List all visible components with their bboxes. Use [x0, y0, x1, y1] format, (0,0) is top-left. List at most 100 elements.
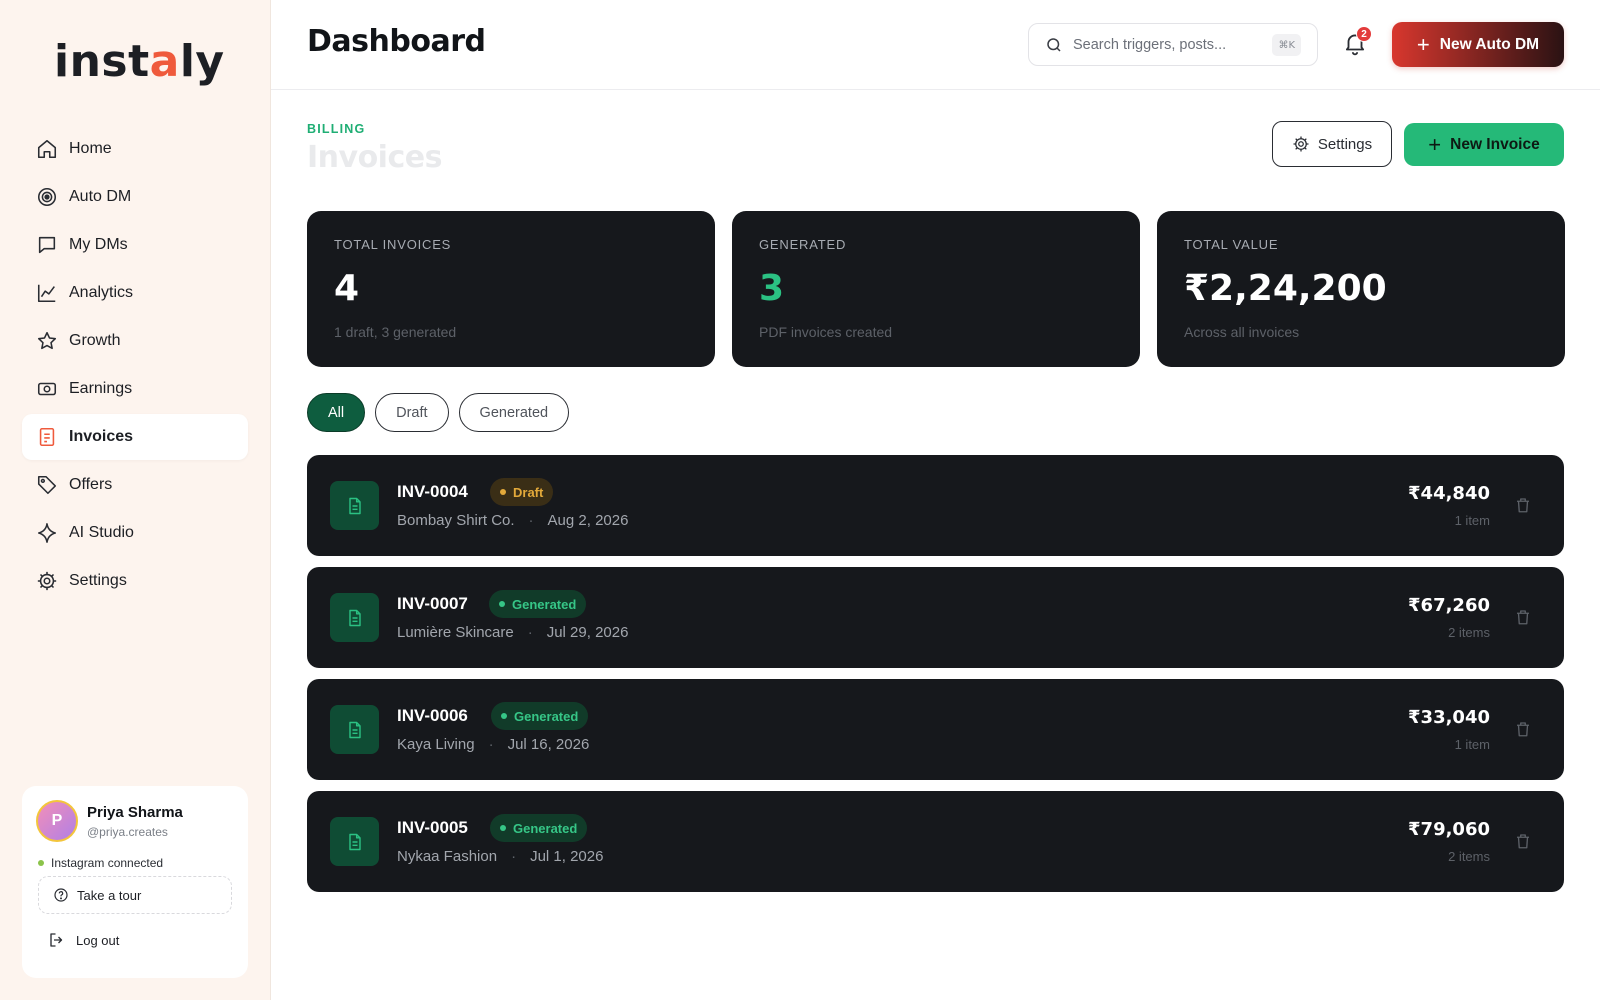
invoice-row[interactable]: INV-0007 Generated Lumière Skincare · Jul … — [307, 567, 1564, 668]
invoice-date: Aug 2, 2026 — [547, 512, 629, 529]
section-eyebrow: BILLING — [307, 122, 366, 136]
section-title: Invoices — [307, 140, 442, 175]
sidebar-nav: Home Auto DM My DMs Analytics Growth Ear… — [22, 126, 248, 606]
plus-icon: + — [1416, 31, 1430, 57]
invoice-settings-label: Settings — [1317, 135, 1373, 153]
logout-icon — [50, 933, 63, 947]
logout-button[interactable]: Log out — [48, 928, 119, 952]
sparkle-icon — [36, 522, 58, 544]
invoice-client: Kaya Living — [397, 736, 475, 753]
sidebar-item-label: Analytics — [69, 284, 134, 301]
logo-text-end: ly — [179, 36, 225, 87]
invoice-row[interactable]: INV-0005 Generated Nykaa Fashion · Jul 1, … — [307, 791, 1564, 892]
meta-separator: · — [488, 736, 494, 753]
help-circle-icon — [54, 888, 68, 902]
stat-value: 4 — [334, 268, 360, 309]
invoice-file-icon — [330, 705, 379, 754]
sidebar-item-label: Auto DM — [69, 188, 132, 205]
instaly-logo[interactable]: inst a ly — [54, 36, 225, 87]
sidebar-item-home[interactable]: Home — [22, 126, 248, 172]
star-icon — [36, 330, 58, 352]
invoice-file-icon — [330, 817, 379, 866]
status-badge-label: Draft — [513, 484, 544, 500]
status-badge: Generated — [489, 590, 587, 618]
trash-icon[interactable] — [1514, 720, 1532, 738]
status-badge: Draft — [490, 478, 554, 506]
top-header: Dashboard Search triggers, posts... ⌘K 2… — [271, 0, 1600, 90]
sidebar-item-my-dms[interactable]: My DMs — [22, 222, 248, 268]
filter-chip-draft[interactable]: Draft — [375, 393, 449, 432]
logout-label: Log out — [76, 932, 120, 948]
plus-icon: + — [1428, 131, 1442, 157]
sidebar-item-label: Invoices — [69, 428, 134, 445]
invoice-row[interactable]: INV-0004 Draft Bombay Shirt Co. · Aug 2, 2… — [307, 455, 1564, 556]
invoice-amount: ₹67,260 — [1408, 595, 1490, 616]
status-dot-icon — [499, 601, 505, 607]
invoice-date: Jul 16, 2026 — [507, 736, 590, 753]
sidebar-item-growth[interactable]: Growth — [22, 318, 248, 364]
status-badge: Generated — [490, 814, 588, 842]
profile-card: P Priya Sharma @priya.creates Instagram … — [22, 786, 248, 978]
filter-chip-generated[interactable]: Generated — [458, 393, 570, 432]
status-dot-icon — [501, 713, 507, 719]
sidebar-item-label: Offers — [69, 476, 113, 493]
instagram-status-label: Instagram connected — [51, 856, 164, 870]
sidebar-item-ai-studio[interactable]: AI Studio — [22, 510, 248, 556]
stat-label: GENERATED — [759, 237, 847, 252]
invoice-number: INV-0006 — [397, 706, 468, 725]
invoice-meta: Kaya Living · Jul 16, 2026 — [397, 736, 589, 753]
notification-badge: 2 — [1356, 26, 1372, 42]
sidebar-item-settings[interactable]: Settings — [22, 558, 248, 604]
invoice-settings-button[interactable]: Settings — [1272, 121, 1392, 167]
profile-name: Priya Sharma — [87, 804, 183, 821]
new-invoice-label: New Invoice — [1450, 135, 1540, 153]
new-auto-dm-button[interactable]: + New Auto DM — [1392, 22, 1564, 67]
invoice-file-icon — [330, 593, 379, 642]
new-invoice-button[interactable]: + New Invoice — [1404, 123, 1564, 166]
status-dot-icon — [500, 825, 506, 831]
trash-icon[interactable] — [1514, 496, 1532, 514]
sidebar-item-label: Settings — [69, 572, 127, 589]
gear-icon — [1293, 136, 1309, 152]
invoice-item-count: 2 items — [1448, 625, 1490, 640]
invoice-date: Jul 1, 2026 — [530, 848, 604, 865]
status-dot-icon — [38, 860, 44, 866]
search-icon — [1047, 37, 1061, 52]
sidebar-item-analytics[interactable]: Analytics — [22, 270, 248, 316]
stat-subtext: Across all invoices — [1184, 324, 1300, 340]
invoice-item-count: 1 item — [1454, 513, 1490, 528]
sidebar-item-invoices[interactable]: Invoices — [22, 414, 248, 460]
stat-label: TOTAL VALUE — [1184, 237, 1279, 252]
invoice-row[interactable]: INV-0006 Generated Kaya Living · Jul 16, 2… — [307, 679, 1564, 780]
take-a-tour-label: Take a tour — [77, 887, 142, 903]
status-dot-icon — [500, 489, 506, 495]
main-content: BILLING Invoices Settings + New Invoice … — [271, 90, 1600, 1000]
invoice-item-count: 1 item — [1454, 737, 1490, 752]
sidebar-item-label: AI Studio — [69, 524, 134, 541]
target-icon — [36, 186, 58, 208]
trash-icon[interactable] — [1514, 832, 1532, 850]
invoice-item-count: 2 items — [1448, 849, 1490, 864]
sidebar-item-auto-dm[interactable]: Auto DM — [22, 174, 248, 220]
trash-icon[interactable] — [1514, 608, 1532, 626]
search-input[interactable]: Search triggers, posts... ⌘K — [1028, 23, 1318, 66]
line-chart-icon — [36, 282, 58, 304]
invoice-client: Nykaa Fashion — [397, 848, 498, 865]
take-a-tour-button[interactable]: Take a tour — [38, 876, 232, 914]
invoice-number: INV-0004 — [397, 482, 468, 501]
invoice-file-icon — [330, 481, 379, 530]
meta-separator: · — [528, 512, 534, 529]
instagram-status: Instagram connected — [38, 856, 163, 870]
invoice-client: Lumière Skincare — [397, 624, 514, 641]
avatar[interactable]: P — [36, 800, 78, 842]
logo-text-start: inst — [54, 36, 150, 87]
filter-chips: All Draft Generated — [307, 393, 579, 432]
home-icon — [36, 138, 58, 160]
tag-icon — [36, 474, 58, 496]
filter-chip-all[interactable]: All — [307, 393, 366, 432]
sidebar-item-earnings[interactable]: Earnings — [22, 366, 248, 412]
sidebar-item-offers[interactable]: Offers — [22, 462, 248, 508]
status-badge-label: Generated — [512, 596, 577, 612]
status-badge: Generated — [491, 702, 589, 730]
status-badge-label: Generated — [513, 820, 578, 836]
